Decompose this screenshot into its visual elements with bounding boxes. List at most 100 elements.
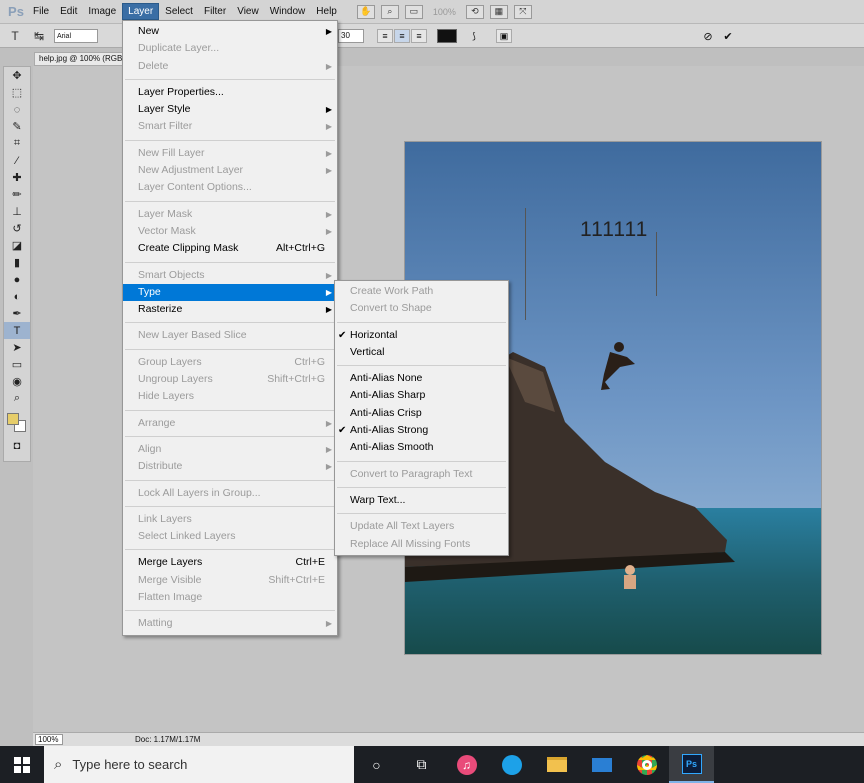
menu-item-layer-style[interactable]: Layer Style ▶: [123, 101, 337, 118]
zoom-icon[interactable]: ⌕: [4, 390, 30, 407]
screen-mode-icon[interactable]: ▭: [404, 4, 423, 19]
align-left-icon[interactable]: ≡: [377, 29, 393, 43]
rotate-view-icon[interactable]: ⟲: [465, 4, 484, 19]
menu-item-new-adjustment-layer[interactable]: New Adjustment Layer ▶: [123, 162, 337, 179]
menu-item-layer-content-options[interactable]: Layer Content Options...: [123, 179, 337, 196]
menu-item-arrange[interactable]: Arrange ▶: [123, 415, 337, 432]
menu-file[interactable]: File: [28, 4, 54, 19]
menu-item-warp-text[interactable]: Warp Text...: [335, 492, 508, 509]
lasso-tool-icon[interactable]: ◌: [4, 101, 30, 118]
menu-item-new-fill-layer[interactable]: New Fill Layer ▶: [123, 145, 337, 162]
file-explorer-icon[interactable]: [534, 746, 579, 783]
document-tab[interactable]: help.jpg @ 100% (RGB: [34, 52, 126, 66]
menu-item-anti-alias-none[interactable]: Anti-Alias None: [335, 370, 508, 387]
menu-filter[interactable]: Filter: [199, 4, 231, 19]
doc-info[interactable]: Doc: 1.17M/1.17M: [135, 735, 200, 744]
menu-view[interactable]: View: [232, 4, 264, 19]
brush-tool-icon[interactable]: ✏: [4, 186, 30, 203]
menu-item-new[interactable]: New ▶: [123, 23, 337, 40]
toggle-orientation-icon[interactable]: ↹: [30, 28, 48, 44]
menu-item-anti-alias-strong[interactable]: ✔ Anti-Alias Strong: [335, 422, 508, 439]
menu-item-matting[interactable]: Matting ▶: [123, 615, 337, 632]
menu-item-new-layer-based-slice[interactable]: New Layer Based Slice: [123, 327, 337, 344]
quick-mask-icon[interactable]: ◘: [4, 437, 30, 454]
menu-item-flatten-image[interactable]: Flatten Image: [123, 589, 337, 606]
shape-tool-icon[interactable]: ▭: [4, 356, 30, 373]
stamp-tool-icon[interactable]: ⊥: [4, 203, 30, 220]
menu-item-anti-alias-sharp[interactable]: Anti-Alias Sharp: [335, 387, 508, 404]
zoom-level[interactable]: 100%: [433, 7, 456, 17]
menu-help[interactable]: Help: [311, 4, 342, 19]
menu-item-merge-visible[interactable]: Merge Visible Shift+Ctrl+E: [123, 572, 337, 589]
menu-item-layer-mask[interactable]: Layer Mask ▶: [123, 206, 337, 223]
history-brush-icon[interactable]: ↺: [4, 220, 30, 237]
menu-item-hide-layers[interactable]: Hide Layers: [123, 388, 337, 405]
menu-item-link-layers[interactable]: Link Layers: [123, 511, 337, 528]
menu-item-replace-missing-fonts[interactable]: Replace All Missing Fonts: [335, 536, 508, 553]
warp-text-icon[interactable]: ⟆: [466, 29, 482, 43]
menu-item-delete[interactable]: Delete ▶: [123, 58, 337, 75]
menu-item-convert-to-shape[interactable]: Convert to Shape: [335, 300, 508, 317]
hand-icon[interactable]: ✋: [356, 4, 375, 19]
crop-tool-icon[interactable]: ⌗: [4, 135, 30, 152]
menu-item-duplicate-layer[interactable]: Duplicate Layer...: [123, 40, 337, 57]
dodge-tool-icon[interactable]: ◐: [4, 288, 30, 305]
photoshop-taskbar-icon[interactable]: Ps: [669, 746, 714, 783]
mail-icon[interactable]: [579, 746, 624, 783]
menu-item-anti-alias-smooth[interactable]: Anti-Alias Smooth: [335, 439, 508, 456]
edge-icon[interactable]: [489, 746, 534, 783]
menu-item-smart-filter[interactable]: Smart Filter ▶: [123, 118, 337, 135]
menu-item-lock-all-layers[interactable]: Lock All Layers in Group...: [123, 485, 337, 502]
menu-item-select-linked-layers[interactable]: Select Linked Layers: [123, 528, 337, 545]
align-right-icon[interactable]: ≡: [411, 29, 427, 43]
menu-item-update-all-text-layers[interactable]: Update All Text Layers: [335, 518, 508, 535]
gradient-tool-icon[interactable]: ▮: [4, 254, 30, 271]
menu-layer[interactable]: Layer: [122, 3, 160, 20]
taskbar-search[interactable]: ⌕ Type here to search: [44, 746, 354, 783]
menu-item-rasterize[interactable]: Rasterize ▶: [123, 301, 337, 318]
menu-item-distribute[interactable]: Distribute ▶: [123, 458, 337, 475]
commit-icon[interactable]: ✔: [720, 29, 736, 43]
font-family-field[interactable]: Arial: [54, 28, 98, 43]
menu-item-anti-alias-crisp[interactable]: Anti-Alias Crisp: [335, 405, 508, 422]
menu-item-layer-properties[interactable]: Layer Properties...: [123, 84, 337, 101]
move-tool-icon[interactable]: ✥: [4, 67, 30, 84]
menu-window[interactable]: Window: [265, 4, 311, 19]
menu-item-horizontal[interactable]: ✔ Horizontal: [335, 327, 508, 344]
3d-rotate-icon[interactable]: ◉: [4, 373, 30, 390]
menu-item-smart-objects[interactable]: Smart Objects ▶: [123, 267, 337, 284]
quick-select-icon[interactable]: ✎: [4, 118, 30, 135]
blur-tool-icon[interactable]: ●: [4, 271, 30, 288]
foreground-color[interactable]: [7, 413, 19, 425]
marquee-tool-icon[interactable]: ⬚: [4, 84, 30, 101]
menu-item-align[interactable]: Align ▶: [123, 441, 337, 458]
extras-icon[interactable]: ⤧: [513, 4, 532, 19]
task-view-icon[interactable]: ⧉: [399, 746, 444, 783]
menu-item-convert-to-paragraph-text[interactable]: Convert to Paragraph Text: [335, 466, 508, 483]
chrome-icon[interactable]: [624, 746, 669, 783]
zoom-field[interactable]: 100%: [35, 734, 63, 745]
menu-select[interactable]: Select: [160, 4, 198, 19]
menu-item-ungroup-layers[interactable]: Ungroup Layers Shift+Ctrl+G: [123, 371, 337, 388]
text-color-swatch[interactable]: [437, 29, 457, 43]
character-panel-icon[interactable]: ▣: [496, 29, 512, 43]
healing-brush-icon[interactable]: ✚: [4, 169, 30, 186]
align-center-icon[interactable]: ≡: [394, 29, 410, 43]
menu-item-vector-mask[interactable]: Vector Mask ▶: [123, 223, 337, 240]
cancel-icon[interactable]: ⊘: [700, 29, 716, 43]
color-swatches[interactable]: [4, 407, 30, 437]
start-button[interactable]: [0, 746, 44, 783]
menu-edit[interactable]: Edit: [55, 4, 82, 19]
pen-tool-icon[interactable]: ✒: [4, 305, 30, 322]
menu-item-merge-layers[interactable]: Merge Layers Ctrl+E: [123, 554, 337, 571]
type-tool-icon[interactable]: T: [6, 28, 24, 44]
menu-item-vertical[interactable]: Vertical: [335, 344, 508, 361]
menu-item-create-clipping-mask[interactable]: Create Clipping Mask Alt+Ctrl+G: [123, 240, 337, 257]
arrange-documents-icon[interactable]: ▦: [489, 4, 508, 19]
font-size-field[interactable]: 30: [338, 29, 364, 43]
zoom-tool-icon[interactable]: ⌕: [380, 4, 399, 19]
eraser-tool-icon[interactable]: ◪: [4, 237, 30, 254]
cortana-icon[interactable]: ○: [354, 746, 399, 783]
menu-item-create-work-path[interactable]: Create Work Path: [335, 283, 508, 300]
menu-image[interactable]: Image: [83, 4, 121, 19]
